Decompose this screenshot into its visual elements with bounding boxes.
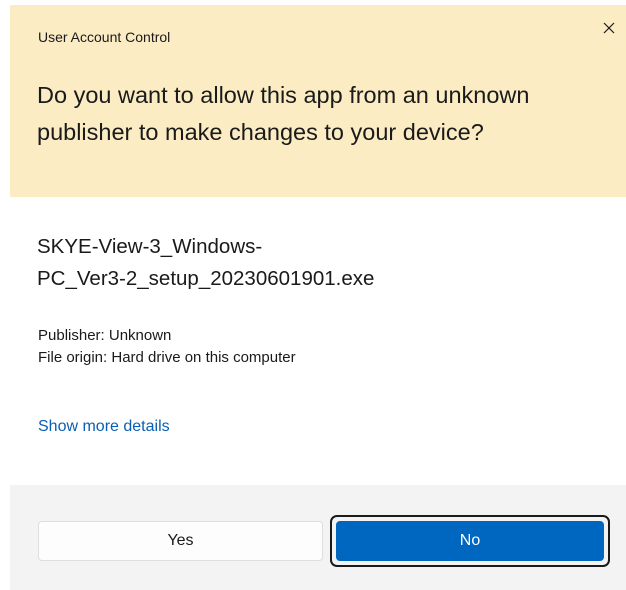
publisher-info: Publisher: Unknown [38,327,172,344]
close-button[interactable] [598,17,620,39]
app-filename-line-2: PC_Ver3-2_setup_20230601901.exe [37,267,375,290]
show-more-details-link[interactable]: Show more details [38,418,170,436]
app-filename-line-1: SKYE-View-3_Windows- [37,235,263,258]
yes-button[interactable]: Yes [38,521,323,561]
dialog-title: User Account Control [38,29,171,45]
file-origin-info: File origin: Hard drive on this computer [38,349,296,366]
dialog-header: User Account Control Do you want to allo… [10,5,626,197]
close-icon [603,22,615,34]
app-meta: Publisher: Unknown File origin: Hard dri… [38,325,296,369]
no-button[interactable]: No [336,521,604,561]
dialog-question: Do you want to allow this app from an un… [37,82,530,145]
uac-dialog: User Account Control Do you want to allo… [0,0,626,590]
app-filename: SKYE-View-3_Windows- PC_Ver3-2_setup_202… [37,231,457,295]
